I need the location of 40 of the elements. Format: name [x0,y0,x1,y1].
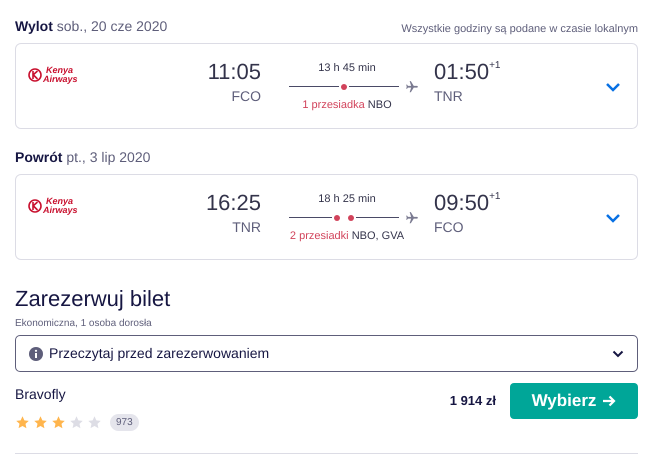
star-icon [69,415,84,430]
arrow-right-icon [602,394,616,408]
logo-emblem-icon [28,68,42,82]
logo-text: Airways [43,206,78,215]
logo-text: Kenya [45,66,74,75]
departure-airport: FCO [231,87,261,106]
duration: 18 h 25 min [318,192,376,207]
plane-icon [405,80,419,94]
provider-name: Bravofly [15,385,67,404]
info-dropdown[interactable]: Przeczytaj przed zarezerwowaniem [15,335,638,372]
star-icon [33,415,48,430]
day-offset: +1 [489,59,500,73]
booking-title: Zarezerwuj bilet [15,286,172,312]
chevron-icon[interactable] [605,82,621,92]
booking-subtitle: Ekonomiczna, 1 osoba dorosła [15,317,153,331]
departure-time: 11:05 [208,58,261,86]
arrival-airport: TNR [434,87,464,106]
timezone-note: Wszystkie godziny są podane w czasie lokalnym [401,22,638,36]
star-icon [15,415,30,430]
arrival-airport: FCO [434,218,465,237]
arrival-time: 01:50 [434,58,490,86]
logo-text: Airways [43,75,78,84]
star-icon [87,415,102,430]
price: 1 914 zł [450,392,496,410]
logo-text: Kenya [45,197,74,206]
leg-heading: Powrót pt., 3 lip 2020 [15,148,150,167]
day-offset: +1 [489,190,500,204]
plane-icon [405,210,419,224]
chevron-icon[interactable] [605,213,621,223]
info-icon [29,346,43,360]
stops-info: 2 przesiadki NBO, GVA [290,228,404,244]
departure-airport: TNR [232,218,261,237]
duration: 13 h 45 min [318,61,376,76]
stops-info: 1 przesiadka NBO [302,98,392,112]
departure-time: 16:25 [206,189,261,217]
leg-heading: Wylot sob., 20 cze 2020 [15,17,168,36]
logo-emblem-icon [28,199,42,213]
review-count: 973 [110,414,139,431]
star-icon [51,415,66,430]
arrival-time: 09:50 [434,189,490,217]
